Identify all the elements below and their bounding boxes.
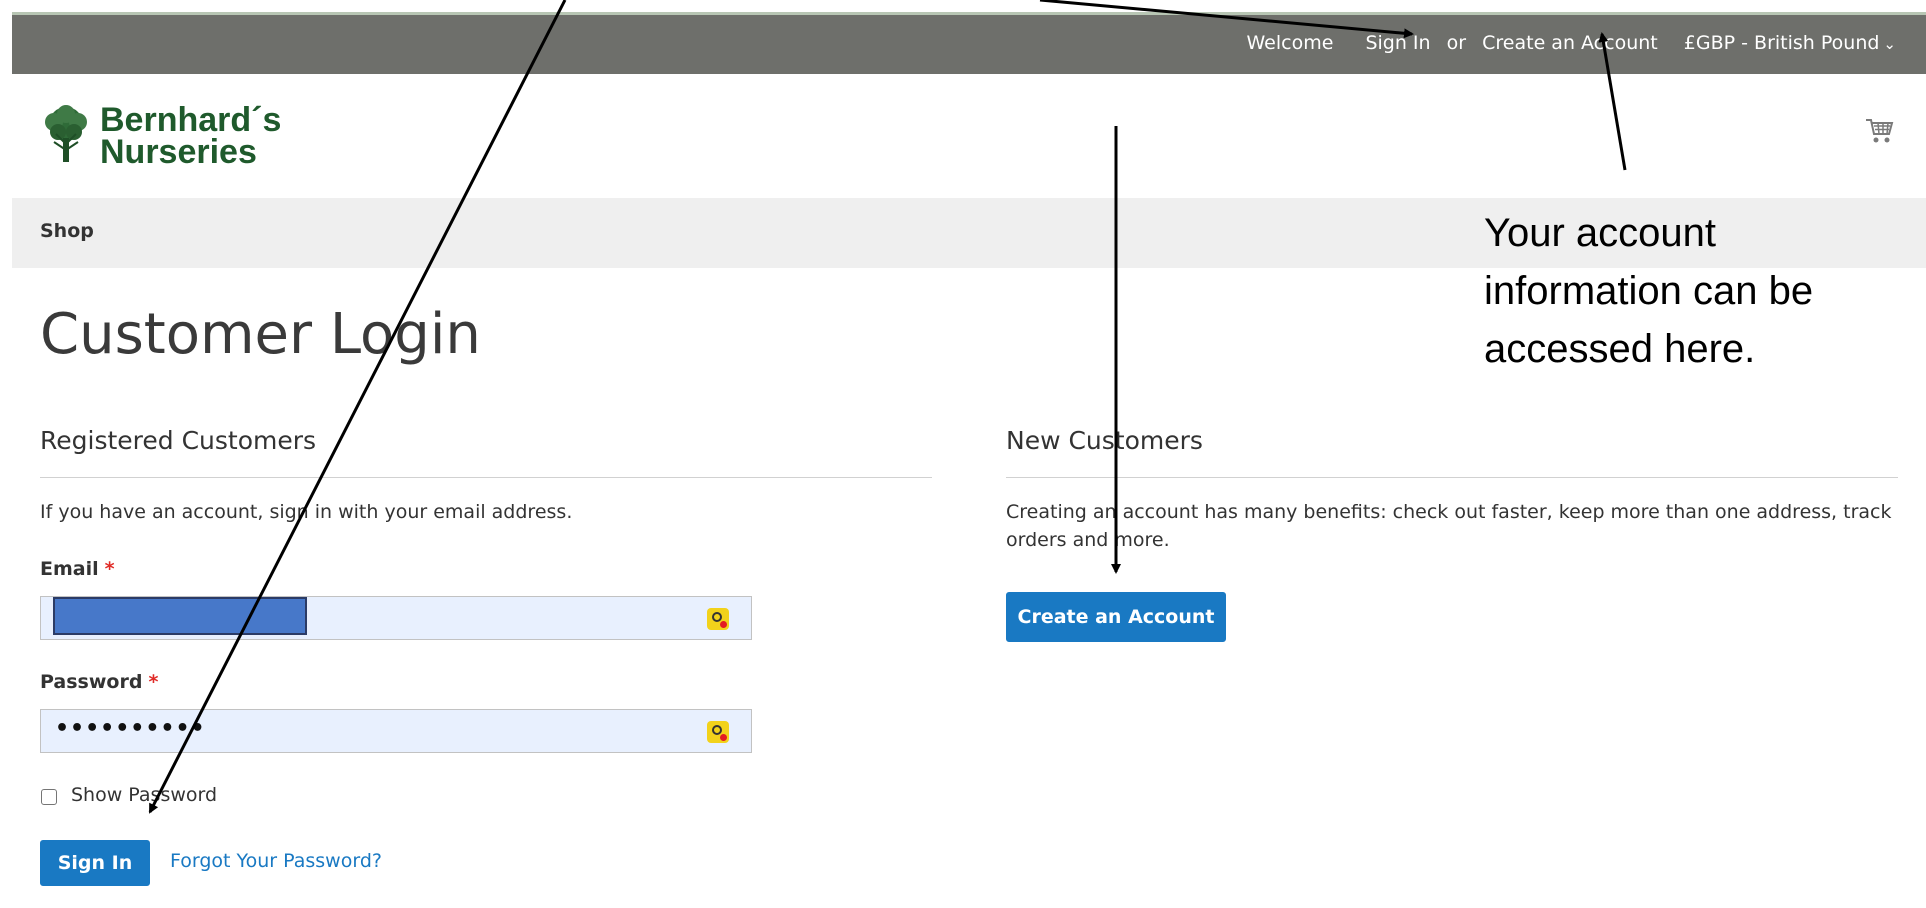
email-label: Email * — [40, 558, 115, 580]
sign-in-link[interactable]: Sign In — [1365, 32, 1430, 54]
sign-in-button[interactable]: Sign In — [40, 840, 150, 886]
currency-label: £GBP - British Pound — [1683, 32, 1880, 54]
password-field[interactable]: •••••••••• — [40, 709, 752, 753]
email-field[interactable] — [40, 596, 752, 640]
password-manager-icon[interactable] — [707, 721, 729, 743]
password-label: Password * — [40, 671, 158, 693]
nav-item-shop[interactable]: Shop — [40, 220, 94, 242]
password-value: •••••••••• — [55, 716, 206, 741]
logo-line-1: Bernhard´s — [100, 101, 282, 139]
create-account-link[interactable]: Create an Account — [1482, 32, 1658, 54]
email-label-text: Email — [40, 558, 99, 580]
or-text: or — [1446, 32, 1467, 54]
site-logo[interactable]: Bernhard´s Nurseries — [40, 100, 300, 170]
logo-text: Bernhard´s Nurseries — [100, 101, 282, 171]
logo-line-2: Nurseries — [100, 133, 257, 171]
required-mark: * — [148, 671, 159, 693]
registered-divider — [40, 477, 932, 478]
top-header-bar: Welcome Sign In or Create an Account £GB… — [12, 12, 1926, 74]
page-title: Customer Login — [40, 302, 481, 367]
create-account-button[interactable]: Create an Account — [1006, 592, 1226, 642]
registered-note: If you have an account, sign in with you… — [40, 501, 573, 523]
registered-customers-title: Registered Customers — [40, 426, 317, 455]
welcome-text: Welcome — [1246, 32, 1334, 54]
header-links: Welcome Sign In or Create an Account £GB… — [1246, 32, 1896, 54]
tree-logo-icon — [45, 105, 87, 162]
email-redaction — [53, 597, 307, 635]
annotation-note: Your account information can be accessed… — [1484, 211, 1814, 371]
show-password-checkbox[interactable] — [41, 789, 57, 805]
password-manager-icon[interactable] — [707, 608, 729, 630]
cart-icon[interactable] — [1864, 114, 1894, 146]
new-customers-divider — [1006, 477, 1898, 478]
forgot-password-link[interactable]: Forgot Your Password? — [170, 850, 382, 872]
new-customers-title: New Customers — [1006, 426, 1203, 455]
required-mark: * — [104, 558, 115, 580]
chevron-down-icon: ⌄ — [1883, 35, 1896, 53]
show-password-label[interactable]: Show Password — [71, 784, 217, 806]
new-customers-note: Creating an account has many benefits: c… — [1006, 501, 1892, 551]
currency-switcher[interactable]: £GBP - British Pound ⌄ — [1684, 32, 1896, 54]
password-label-text: Password — [40, 671, 143, 693]
